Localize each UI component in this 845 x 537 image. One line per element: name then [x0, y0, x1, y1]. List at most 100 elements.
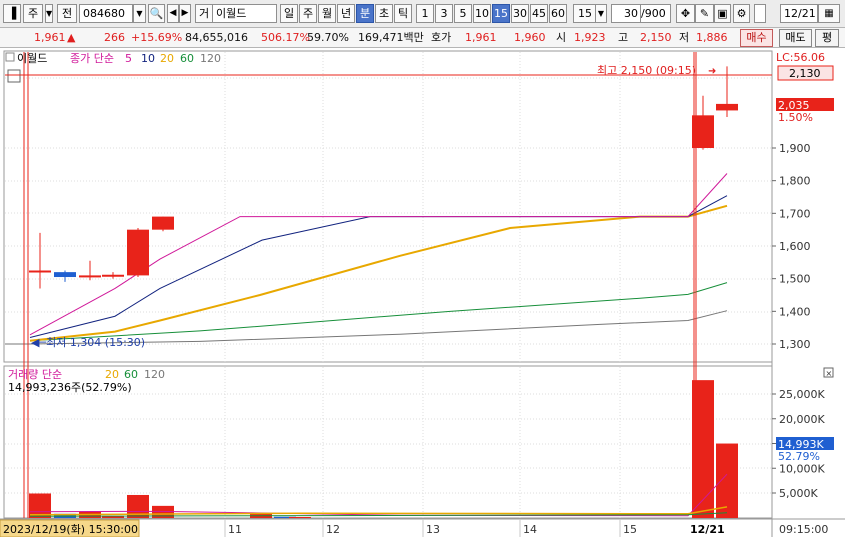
- open-label: 시: [556, 31, 567, 44]
- high-price: 2,150: [640, 31, 672, 44]
- minute-tab-0[interactable]: 1: [416, 4, 434, 23]
- candle-body: [692, 115, 714, 148]
- high-arrow-icon: ➜: [708, 66, 716, 77]
- candle-body: [152, 216, 174, 230]
- buy-button[interactable]: 매수: [740, 29, 773, 47]
- low-label: 저: [679, 31, 690, 44]
- gear-icon[interactable]: ⚙: [733, 4, 750, 23]
- price-tick-label: 1,300: [779, 338, 811, 351]
- price-tick-label: 1,400: [779, 305, 811, 318]
- market-select[interactable]: 주: [23, 4, 43, 23]
- candle-body: [716, 103, 738, 111]
- volume-ratio: 506.17%: [261, 31, 310, 44]
- prev-stock-icon[interactable]: ◀: [167, 4, 179, 23]
- price-change: 266: [104, 31, 125, 44]
- candle-body: [127, 229, 149, 276]
- toolbar: ▐ 주 ▼ 전 084680 ▼ 🔍 ◀ ▶ 거 이월드 일주월년분초틱 135…: [0, 0, 845, 28]
- price-tick-label: 1,700: [779, 207, 811, 220]
- calendar-icon[interactable]: ▦: [818, 4, 840, 23]
- current-volume-pct: 52.79%: [778, 450, 820, 463]
- crosshair-icon[interactable]: ✥: [676, 4, 695, 23]
- draw-tool-icon[interactable]: ✎: [695, 4, 714, 23]
- ma20-legend: 20: [160, 52, 174, 65]
- price-pane-name: 이월드: [17, 52, 47, 65]
- search-icon[interactable]: 🔍: [148, 4, 165, 23]
- hover-price-text: 2,130: [789, 67, 821, 80]
- sell-button[interactable]: 매도: [779, 29, 812, 47]
- save-icon[interactable]: ▣: [714, 4, 731, 23]
- low-price: 1,886: [696, 31, 728, 44]
- price-tick-label: 1,900: [779, 142, 811, 155]
- chevron-down-icon[interactable]: ▼: [45, 4, 53, 23]
- minute-tab-1[interactable]: 3: [435, 4, 453, 23]
- volume-bar: [716, 443, 738, 518]
- day-label: 14: [523, 523, 537, 536]
- minute-dropdown-icon[interactable]: ▼: [595, 4, 607, 23]
- ma120-legend: 120: [200, 52, 221, 65]
- trade-button[interactable]: 거: [195, 4, 213, 23]
- minute-tab-5[interactable]: 30: [511, 4, 529, 23]
- stock-code-input[interactable]: 084680: [79, 4, 133, 23]
- code-dropdown-icon[interactable]: ▼: [133, 4, 146, 23]
- price-legend-title: 종가 단순: [70, 52, 114, 65]
- volume-tick-label: 25,000K: [779, 388, 825, 401]
- volume-tick-label: 20,000K: [779, 413, 825, 426]
- day-label: 11: [228, 523, 242, 536]
- minute-tab-2[interactable]: 5: [454, 4, 472, 23]
- count-max: /900: [641, 4, 671, 23]
- price-tick-label: 1,500: [779, 273, 811, 286]
- volume-tick-label: 10,000K: [779, 462, 825, 475]
- cycle-tab-6[interactable]: 틱: [394, 4, 412, 23]
- vma20-legend: 20: [105, 368, 119, 381]
- minute-tab-6[interactable]: 45: [530, 4, 548, 23]
- cycle-tab-2[interactable]: 월: [318, 4, 336, 23]
- turnover-ratio: 59.70%: [307, 31, 349, 44]
- day-label: 13: [426, 523, 440, 536]
- minute-select[interactable]: 15: [573, 4, 597, 23]
- eval-button[interactable]: 평: [815, 29, 839, 47]
- all-button[interactable]: 전: [57, 4, 77, 23]
- ma60-legend: 60: [180, 52, 194, 65]
- next-stock-icon[interactable]: ▶: [179, 4, 191, 23]
- change-percent: +15.69%: [131, 31, 183, 44]
- current-price-pct: 1.50%: [778, 111, 813, 124]
- panel-toggle-icon[interactable]: ▐: [3, 4, 21, 23]
- date-input[interactable]: 12/21: [780, 4, 818, 23]
- minute-tab-7[interactable]: 60: [549, 4, 567, 23]
- ask-label: 호가: [431, 31, 452, 44]
- pane-menu-icon[interactable]: [5, 52, 15, 62]
- candle-body: [54, 272, 76, 278]
- minute-tab-4[interactable]: 15: [492, 4, 510, 23]
- volume-tick-label: 5,000K: [779, 487, 818, 500]
- ma10-legend: 10: [141, 52, 155, 65]
- volume-legend-title: 거래량 단순: [8, 368, 62, 381]
- cycle-tab-0[interactable]: 일: [280, 4, 298, 23]
- high-annotation: 최고 2,150 (09:15): [597, 64, 696, 77]
- day-label: 12: [326, 523, 340, 536]
- trade-amount: 169,471백만: [358, 31, 424, 44]
- candle-body: [79, 275, 101, 278]
- volume-bar: [692, 380, 714, 518]
- date-checkbox[interactable]: [754, 4, 766, 23]
- count-input[interactable]: 30: [611, 4, 641, 23]
- bid-price: 1,960: [514, 31, 546, 44]
- candle-body: [29, 270, 51, 273]
- volume-summary: 14,993,236주(52.79%): [8, 381, 132, 394]
- cycle-tab-1[interactable]: 주: [299, 4, 317, 23]
- stock-name-field[interactable]: 이월드: [212, 4, 277, 23]
- corner-time: 09:15:00: [779, 523, 828, 536]
- stock-chart[interactable]: 이월드 종가 단순 5 10 20 60 120 LC:56.06 최고 2,1…: [0, 48, 845, 537]
- cycle-tab-4[interactable]: 분: [356, 4, 374, 23]
- vma120-legend: 120: [144, 368, 165, 381]
- svg-text:×: ×: [826, 369, 833, 378]
- price-tick-label: 1,600: [779, 240, 811, 253]
- price-tick-label: 1,800: [779, 175, 811, 188]
- low-annotation: ◀─최저 1,304 (15:30): [31, 336, 145, 349]
- grid-toggle-icon[interactable]: [7, 69, 21, 83]
- cycle-tab-5[interactable]: 초: [375, 4, 393, 23]
- cursor-datetime: 2023/12/19(화) 15:30:00: [3, 523, 138, 536]
- current-day-label: 12/21: [690, 523, 725, 536]
- current-price: 1,961: [34, 31, 66, 44]
- cycle-tab-3[interactable]: 년: [337, 4, 355, 23]
- minute-tab-3[interactable]: 10: [473, 4, 491, 23]
